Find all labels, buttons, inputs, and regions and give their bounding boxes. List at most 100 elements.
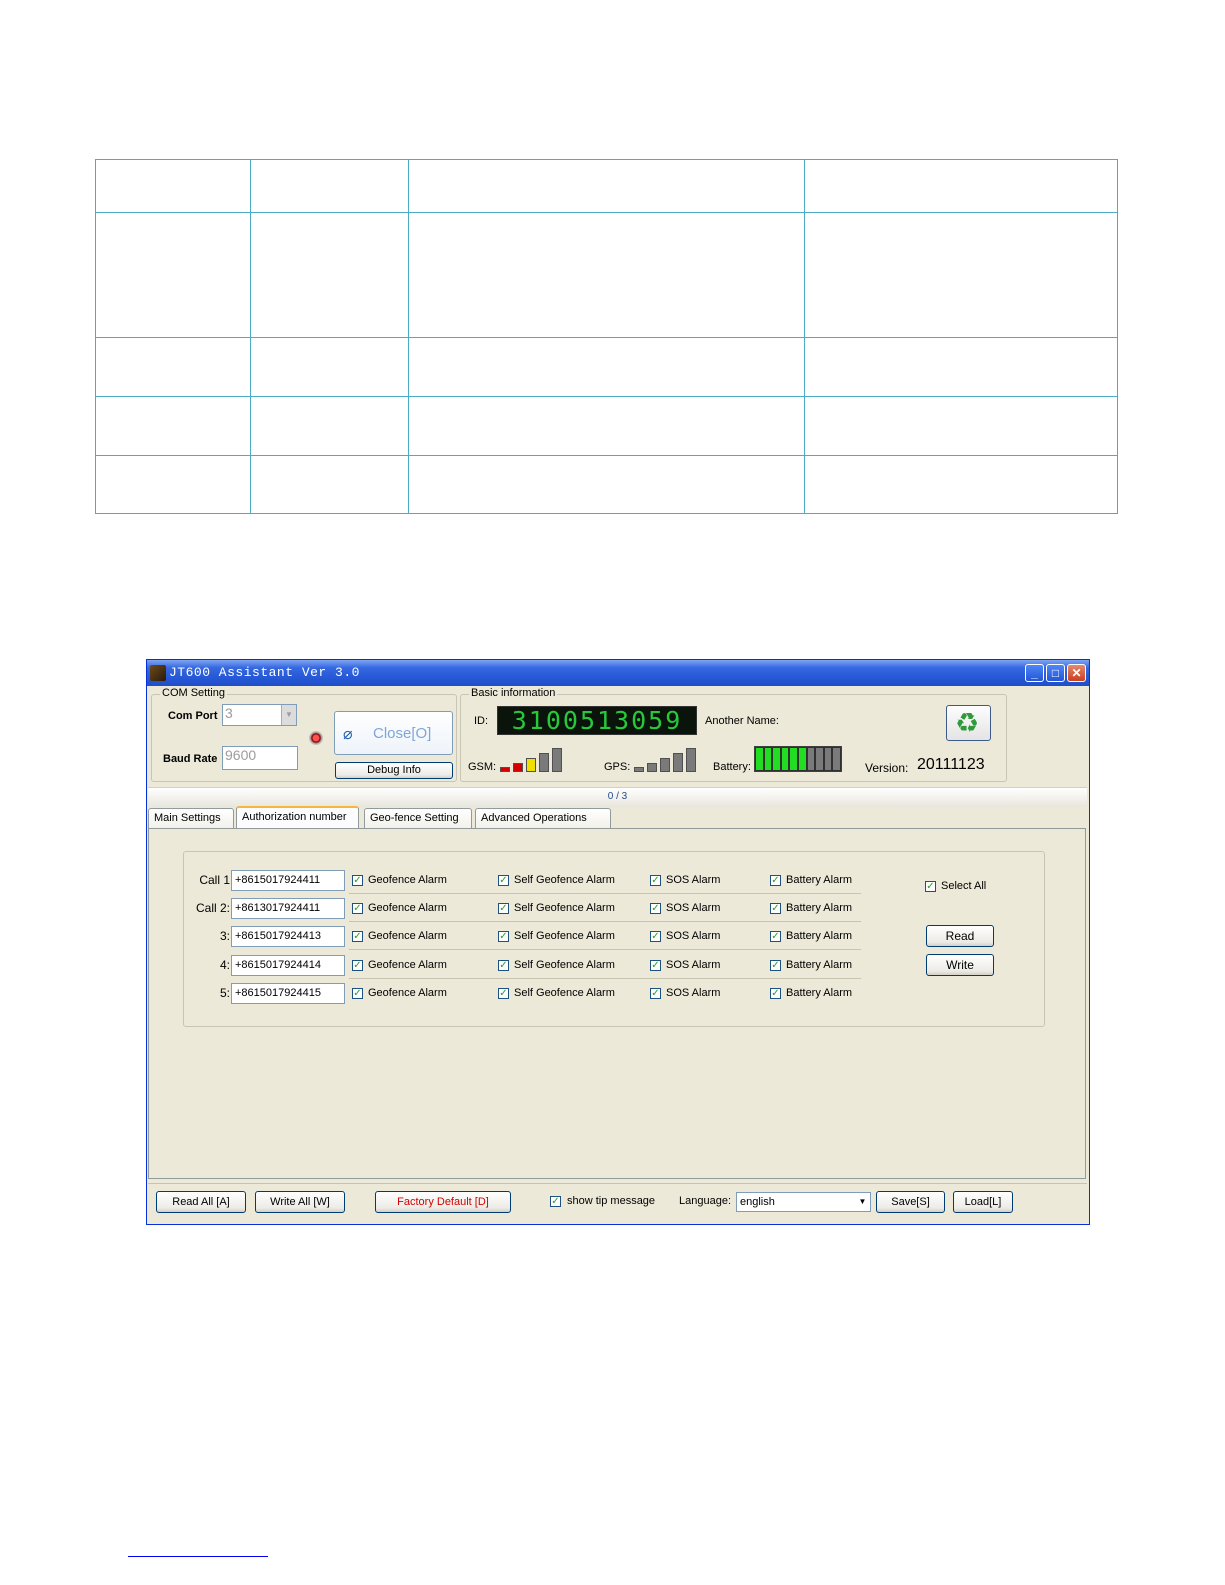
baud-rate-field[interactable]: 9600 xyxy=(222,746,298,770)
alarm-checkbox[interactable]: ✓ xyxy=(498,960,509,971)
phone-number-field[interactable]: +8615017924411 xyxy=(231,870,345,891)
paperclip-icon: ⌀ xyxy=(343,726,353,743)
progress-bar: 0 / 3 xyxy=(148,787,1087,807)
gsm-signal-meter xyxy=(500,746,566,772)
alarm-checkbox[interactable]: ✓ xyxy=(770,931,781,942)
close-icon[interactable]: ✕ xyxy=(1067,664,1086,682)
com-port-value: 3 xyxy=(225,705,233,721)
alarm-checkbox[interactable]: ✓ xyxy=(770,903,781,914)
chevron-down-icon[interactable]: ▼ xyxy=(281,705,296,725)
close-port-label: Close[O] xyxy=(373,725,432,742)
gps-signal-meter xyxy=(634,746,700,772)
battery-segment xyxy=(773,748,780,770)
alarm-label: Battery Alarm xyxy=(786,959,853,971)
alarm-checkbox[interactable]: ✓ xyxy=(498,988,509,999)
language-label: Language: xyxy=(679,1195,731,1207)
alarm-checkbox[interactable]: ✓ xyxy=(352,903,363,914)
tab-advanced-operations[interactable]: Advanced Operations xyxy=(475,808,611,828)
select-all-checkbox[interactable]: ✓ xyxy=(925,881,936,892)
language-value: english xyxy=(740,1196,775,1208)
row-separator xyxy=(349,949,861,950)
alarm-checkbox[interactable]: ✓ xyxy=(770,875,781,886)
id-label: ID: xyxy=(474,715,489,727)
gsm-label: GSM: xyxy=(468,761,497,773)
alarm-checkbox[interactable]: ✓ xyxy=(352,988,363,999)
write-button[interactable]: Write xyxy=(926,954,994,976)
alarm-checkbox[interactable]: ✓ xyxy=(650,875,661,886)
close-port-button[interactable]: ⌀ Close[O] xyxy=(334,711,453,755)
alarm-label: Battery Alarm xyxy=(786,930,853,942)
alarm-checkbox[interactable]: ✓ xyxy=(650,960,661,971)
alarm-checkbox[interactable]: ✓ xyxy=(498,875,509,886)
gps-signal-bar xyxy=(634,767,644,772)
alarm-label: Battery Alarm xyxy=(786,987,853,999)
alarm-label: Self Geofence Alarm xyxy=(514,930,615,942)
alarm-checkbox[interactable]: ✓ xyxy=(650,903,661,914)
alarm-checkbox[interactable]: ✓ xyxy=(352,875,363,886)
battery-segment xyxy=(764,748,772,770)
read-button[interactable]: Read xyxy=(926,925,994,947)
gsm-signal-bar xyxy=(513,763,523,772)
alarm-label: Self Geofence Alarm xyxy=(514,902,615,914)
debug-info-button[interactable]: Debug Info xyxy=(335,762,453,779)
alarm-label: Geofence Alarm xyxy=(368,987,447,999)
tab-authorization-number[interactable]: Authorization number xyxy=(236,806,359,829)
language-select[interactable]: english ▼ xyxy=(736,1192,871,1212)
battery-meter xyxy=(754,746,842,772)
progress-text: 0 / 3 xyxy=(607,791,628,802)
connection-status-icon xyxy=(309,731,323,745)
row-separator xyxy=(349,921,861,922)
show-tip-label: show tip message xyxy=(567,1195,656,1207)
phone-number-field[interactable]: +8615017924413 xyxy=(231,926,345,947)
alarm-label: Battery Alarm xyxy=(786,874,853,886)
another-name-label: Another Name: xyxy=(705,715,779,727)
phone-number-field[interactable]: +8613017924411 xyxy=(231,898,345,919)
alarm-label: SOS Alarm xyxy=(666,930,721,942)
factory-default-button[interactable]: Factory Default [D] xyxy=(375,1191,511,1213)
footer-separator xyxy=(148,1183,1087,1184)
phone-number-field[interactable]: +8615017924414 xyxy=(231,955,345,976)
save-button[interactable]: Save[S] xyxy=(876,1191,945,1213)
com-port-select[interactable]: 3 ▼ xyxy=(222,704,297,726)
gps-signal-bar xyxy=(686,748,696,772)
recycle-icon[interactable]: ♻ xyxy=(946,705,991,741)
recycle-glyph: ♻ xyxy=(955,708,980,738)
gps-signal-bar xyxy=(660,758,670,772)
alarm-label: Self Geofence Alarm xyxy=(514,874,615,886)
write-all-button[interactable]: Write All [W] xyxy=(255,1191,345,1213)
alarm-checkbox[interactable]: ✓ xyxy=(770,988,781,999)
tab-main-settings[interactable]: Main Settings xyxy=(148,808,234,828)
alarm-label: Geofence Alarm xyxy=(368,959,447,971)
row-separator xyxy=(349,893,861,894)
alarm-checkbox[interactable]: ✓ xyxy=(650,931,661,942)
footnote-link-underline xyxy=(128,1556,268,1557)
alarm-label: SOS Alarm xyxy=(666,902,721,914)
device-id-display: 3100513059 xyxy=(497,706,697,735)
read-all-button[interactable]: Read All [A] xyxy=(156,1191,246,1213)
title-bar[interactable]: JT600 Assistant Ver 3.0 _ □ ✕ xyxy=(147,660,1089,686)
alarm-checkbox[interactable]: ✓ xyxy=(352,931,363,942)
maximize-icon[interactable]: □ xyxy=(1046,664,1065,682)
call-label: 4: xyxy=(219,958,230,972)
battery-segment xyxy=(833,748,840,770)
call-label: 3: xyxy=(219,929,230,943)
load-button[interactable]: Load[L] xyxy=(953,1191,1013,1213)
minimize-icon[interactable]: _ xyxy=(1025,664,1044,682)
phone-number-field[interactable]: +8615017924415 xyxy=(231,983,345,1004)
com-setting-legend: COM Setting xyxy=(160,687,227,699)
tab-geo-fence-setting[interactable]: Geo-fence Setting xyxy=(364,808,472,828)
battery-segment xyxy=(781,748,789,770)
app-icon xyxy=(150,665,166,681)
alarm-checkbox[interactable]: ✓ xyxy=(498,931,509,942)
alarm-checkbox[interactable]: ✓ xyxy=(650,988,661,999)
alarm-checkbox[interactable]: ✓ xyxy=(498,903,509,914)
chevron-down-icon[interactable]: ▼ xyxy=(855,1193,870,1211)
gps-signal-bar xyxy=(673,753,683,772)
alarm-checkbox[interactable]: ✓ xyxy=(352,960,363,971)
show-tip-checkbox[interactable]: ✓ xyxy=(550,1196,561,1207)
version-label: Version: xyxy=(865,761,909,775)
alarm-checkbox[interactable]: ✓ xyxy=(770,960,781,971)
battery-segment xyxy=(756,748,763,770)
gsm-signal-bar xyxy=(500,767,510,772)
battery-segment xyxy=(807,748,815,770)
